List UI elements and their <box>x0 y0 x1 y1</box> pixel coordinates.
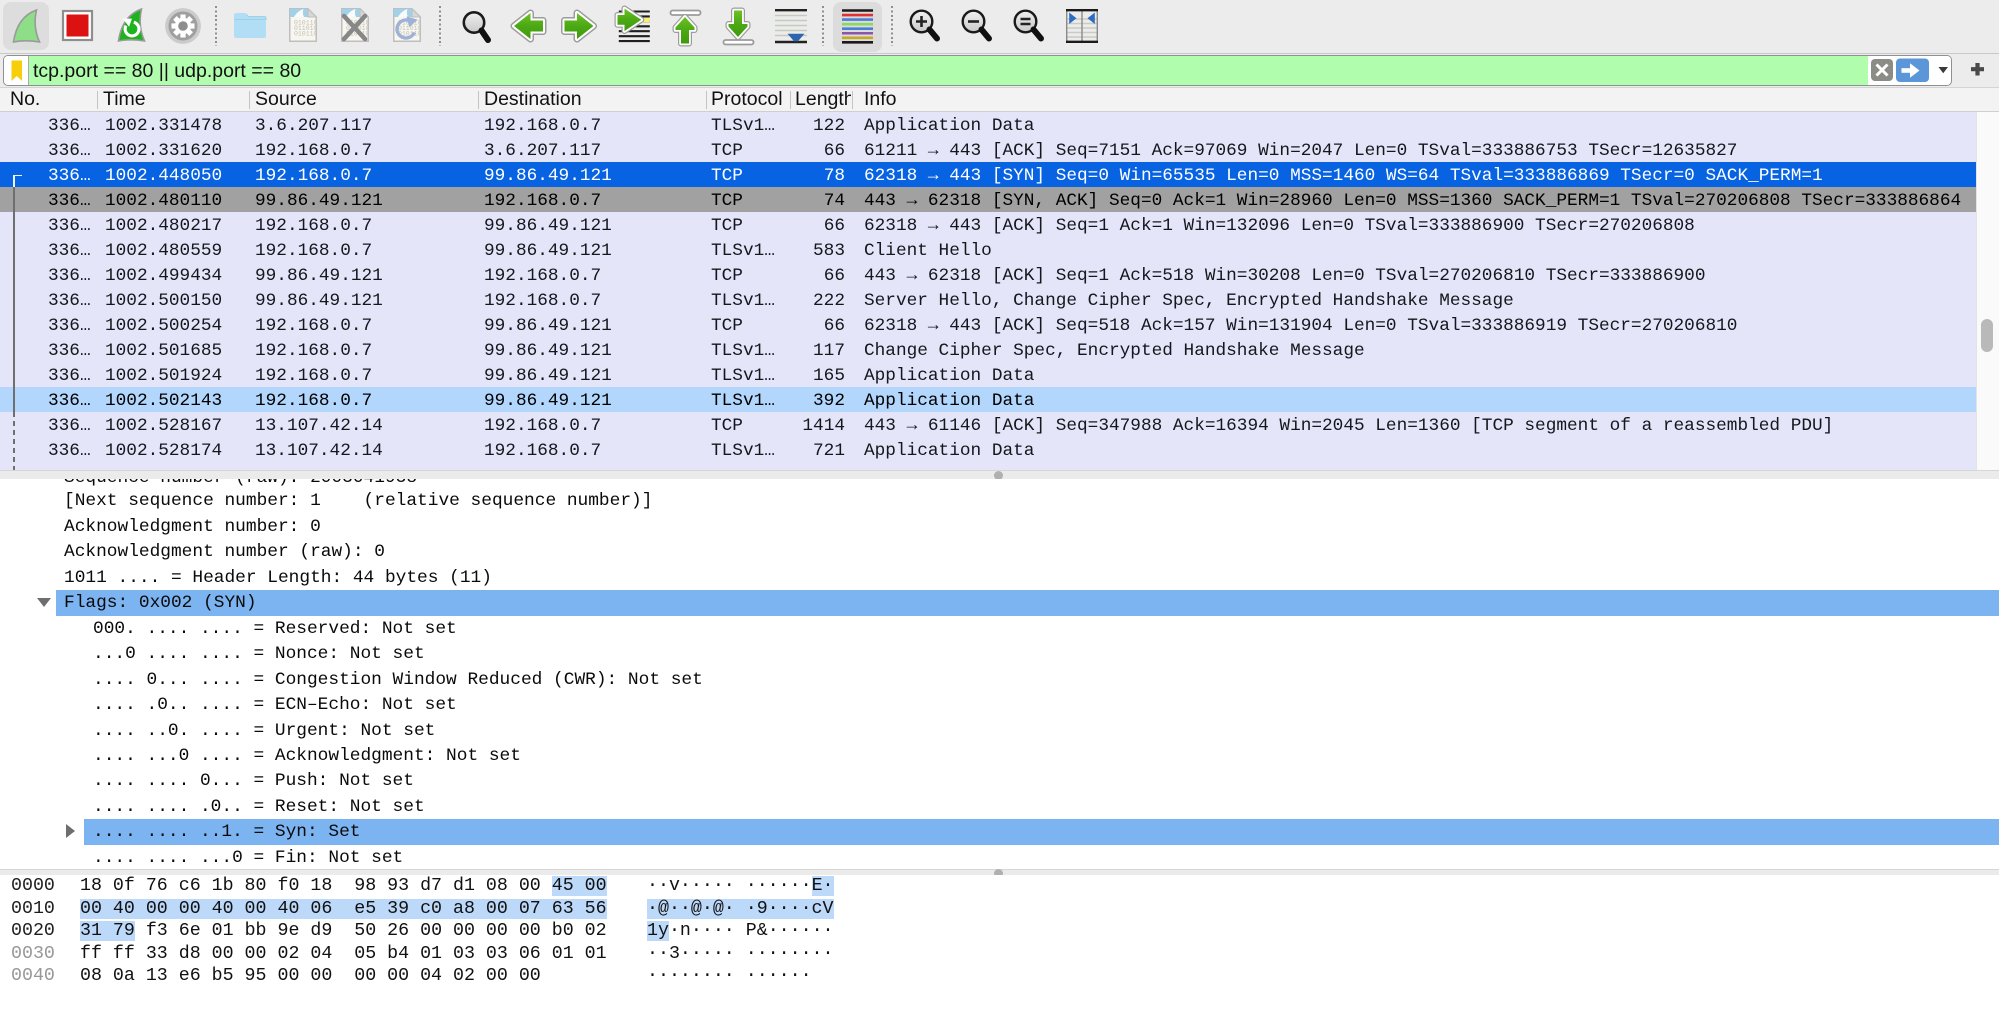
svg-text:010110: 010110 <box>294 31 318 38</box>
